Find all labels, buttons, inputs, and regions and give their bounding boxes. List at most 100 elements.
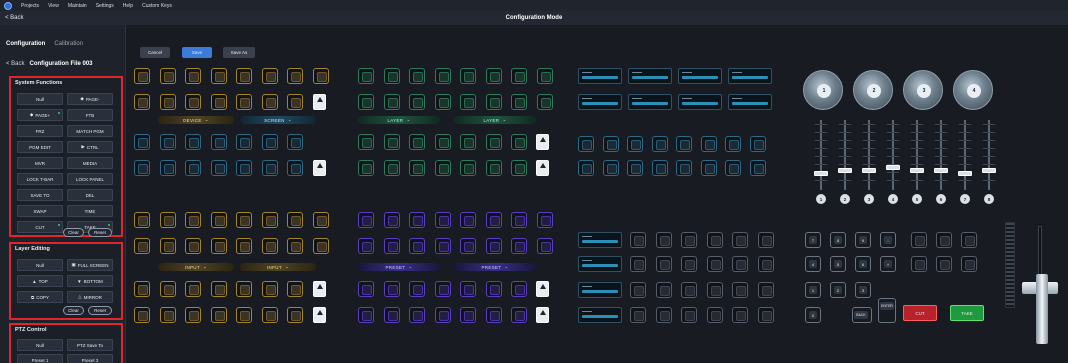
screen-button[interactable] (210, 160, 227, 176)
input-button[interactable] (312, 238, 329, 254)
save-button[interactable]: Save (182, 47, 212, 58)
system-clear-button[interactable]: Clear (63, 228, 84, 237)
aux-button[interactable] (757, 307, 774, 323)
layer-button[interactable] (485, 160, 502, 176)
function-button[interactable] (676, 160, 692, 176)
page-button[interactable] (313, 94, 326, 110)
keypad-key[interactable]: 4 (805, 256, 821, 272)
device-button[interactable] (236, 94, 252, 110)
input-button[interactable] (210, 307, 227, 323)
screen-button[interactable] (287, 160, 303, 176)
input-bar-2[interactable]: INPUT ⌄ (240, 263, 316, 271)
layer-button[interactable] (511, 134, 527, 150)
device-button[interactable] (210, 68, 227, 84)
device-button[interactable] (134, 68, 150, 84)
input-button[interactable] (159, 307, 176, 323)
layer-button[interactable] (358, 160, 374, 176)
preset-bar-1[interactable]: PRESET ⌄ (358, 263, 440, 271)
fader-cap[interactable] (814, 171, 828, 176)
page-stepper[interactable] (328, 281, 334, 297)
preset-button[interactable] (485, 307, 502, 323)
menu-maintain[interactable]: Maintain (68, 3, 87, 9)
layer-btn-full-screen[interactable]: ▣ FULL SCREEN (67, 259, 113, 271)
layer-btn-mirror[interactable]: △ MIRROR (67, 291, 113, 303)
function-button[interactable] (651, 136, 668, 152)
preset-button[interactable] (434, 307, 451, 323)
preset-button[interactable] (511, 238, 527, 254)
preset-button[interactable] (409, 238, 425, 254)
function-button[interactable] (627, 136, 643, 152)
fader-cap[interactable] (862, 168, 876, 173)
layer-button[interactable] (409, 134, 425, 150)
input-button[interactable] (312, 212, 329, 228)
tab-calibration[interactable]: Calibration (54, 41, 83, 47)
tbar[interactable] (1020, 220, 1060, 344)
page-button[interactable] (536, 281, 549, 297)
layer-button[interactable] (485, 134, 502, 150)
sys-btn-lock-panel[interactable]: LOCK PANEL (67, 173, 113, 185)
screen-button[interactable] (185, 160, 201, 176)
input-button[interactable] (261, 307, 278, 323)
layer-button[interactable] (460, 134, 476, 150)
preset-button[interactable] (460, 238, 476, 254)
fader-5[interactable] (908, 120, 926, 190)
ptz-btn-save-to[interactable]: PTZ Save To (67, 339, 113, 351)
menu-settings[interactable]: Settings (96, 3, 114, 9)
page-stepper[interactable] (328, 160, 334, 176)
layer-button[interactable] (434, 160, 451, 176)
page-stepper[interactable] (551, 134, 557, 150)
aux-button[interactable] (961, 232, 977, 248)
ptz-btn-preset-3[interactable]: Preset 3 (67, 354, 113, 363)
layer-button[interactable] (460, 68, 476, 84)
input-button[interactable] (134, 238, 150, 254)
keypad-key[interactable]: 1 (805, 282, 821, 298)
aux-button[interactable] (757, 282, 774, 298)
preset-button[interactable] (485, 281, 502, 297)
page-stepper[interactable] (551, 307, 557, 323)
knob-2[interactable]: 2 (853, 70, 893, 110)
preset-button[interactable] (358, 212, 374, 228)
tab-configuration[interactable]: Configuration (6, 41, 45, 47)
sys-btn-del[interactable]: DEL (67, 189, 113, 201)
layer-clear-button[interactable]: Clear (63, 306, 84, 315)
aux-button[interactable] (757, 256, 774, 272)
device-button[interactable] (159, 68, 176, 84)
sys-btn-media[interactable]: MEDIA (67, 157, 113, 169)
layer-button[interactable] (485, 68, 502, 84)
layer-bar-2[interactable]: LAYER ⌄ (454, 116, 536, 124)
keypad-key[interactable]: 8 (830, 232, 846, 248)
file-back-button[interactable]: < Back (6, 61, 25, 67)
input-button[interactable] (210, 238, 227, 254)
input-button[interactable] (134, 281, 150, 297)
layer-button[interactable] (536, 94, 553, 110)
function-button[interactable] (578, 136, 594, 152)
aux-button[interactable] (911, 232, 927, 248)
preset-button[interactable] (434, 212, 451, 228)
function-button[interactable] (578, 160, 594, 176)
input-button[interactable] (159, 281, 176, 297)
preset-bar-2[interactable]: PRESET ⌄ (454, 263, 536, 271)
aux-button[interactable] (732, 307, 748, 323)
aux-button[interactable] (681, 307, 697, 323)
sys-btn-cut[interactable]: CUT (17, 221, 63, 233)
aux-button[interactable] (655, 256, 672, 272)
sys-btn-null[interactable]: Null (17, 93, 63, 105)
layer-button[interactable] (536, 68, 553, 84)
aux-button[interactable] (706, 232, 723, 248)
keypad-key[interactable]: 2 (830, 282, 846, 298)
input-button[interactable] (261, 281, 278, 297)
keypad-key[interactable]: 7 (805, 232, 821, 248)
tbar-handle[interactable] (1022, 274, 1058, 344)
input-button[interactable] (185, 212, 201, 228)
layer-button[interactable] (383, 94, 400, 110)
layer-button[interactable] (511, 160, 527, 176)
sys-btn-page-plus[interactable]: ◆ PAGE+ (17, 109, 63, 121)
back-button[interactable]: < Back (5, 15, 24, 21)
page-button[interactable] (536, 307, 549, 323)
aux-button[interactable] (655, 232, 672, 248)
preset-button[interactable] (511, 212, 527, 228)
function-button[interactable] (749, 160, 766, 176)
input-button[interactable] (185, 281, 201, 297)
input-button[interactable] (185, 238, 201, 254)
menu-custom-keys[interactable]: Custom Keys (142, 3, 172, 9)
